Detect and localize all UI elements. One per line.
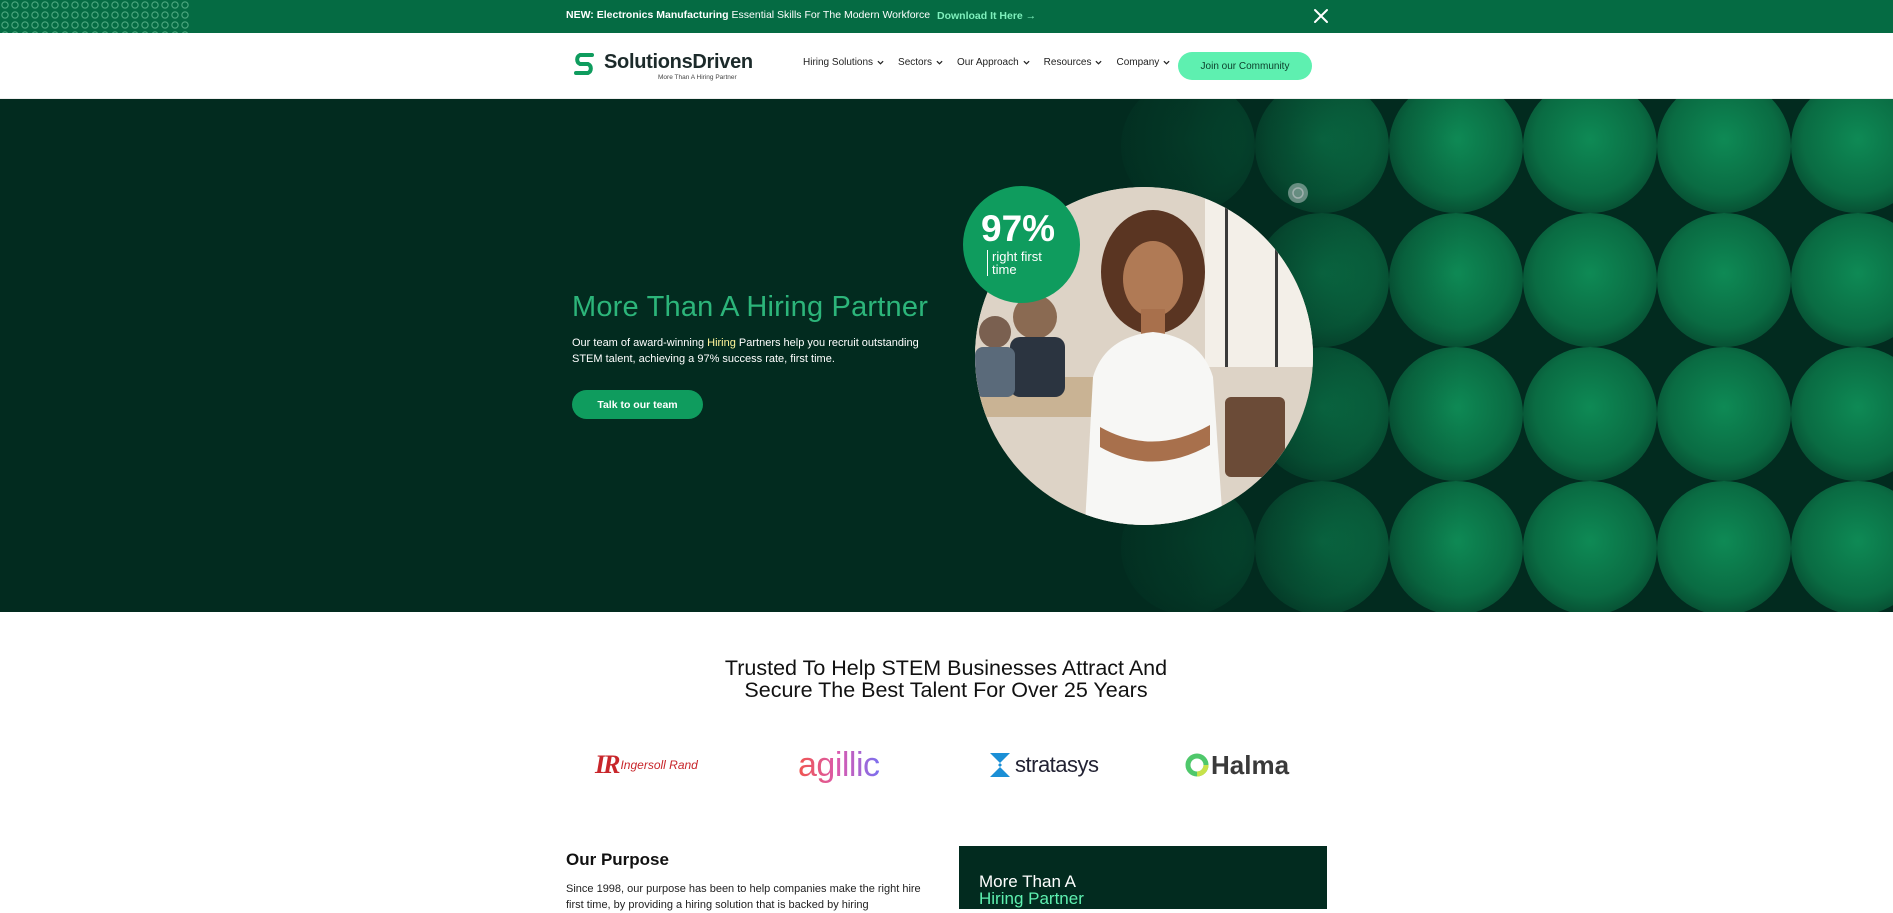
agillic-word: agillic [798,745,880,784]
nav-menu: Hiring Solutions Sectors Our Approach Re… [803,57,1184,68]
nav-item-our-approach[interactable]: Our Approach [957,57,1030,68]
logo-ingersoll-rand: IR Ingersoll Rand [595,745,698,785]
decorative-bubble [1523,213,1657,347]
stat-badge: 97% right first time [963,186,1080,303]
logo-agillic: agillic [798,745,880,785]
halma-word: Halma [1211,749,1290,780]
nav-item-label: Resources [1043,57,1092,68]
decorative-bubble [1791,347,1893,481]
promo-card-line-2: Hiring Partner [979,889,1084,908]
ingersoll-mark: IR [595,750,621,779]
chevron-down-icon [1095,60,1103,65]
ingersoll-word: Ingersoll Rand [620,758,698,772]
decorative-bubble [1657,481,1791,612]
logo-stratasys: stratasys [988,745,1099,785]
decorative-bubble [1657,347,1791,481]
logo-tagline: More Than A Hiring Partner [658,74,737,81]
logo-halma: Halma [1185,745,1289,785]
chevron-down-icon [877,60,884,65]
decorative-bubble [1523,99,1657,213]
hero-title: More Than A Hiring Partner [572,291,929,323]
hero-text-highlight: Hiring [707,337,736,349]
purpose-heading: Our Purpose [566,850,669,869]
talk-to-team-button[interactable]: Talk to our team [572,390,703,419]
nav-item-label: Our Approach [956,57,1019,68]
main-nav: SolutionsDriven More Than A Hiring Partn… [0,33,1893,99]
nav-item-sectors[interactable]: Sectors [898,57,943,68]
trusted-heading: Trusted To Help STEM Businesses Attract … [600,657,1292,701]
stat-value: 97% [981,208,1056,249]
decorative-bubble [1523,347,1657,481]
client-logos: IR Ingersoll Rand agillic stratasys Halm… [590,745,1310,785]
join-community-button[interactable]: Join our Community [1178,52,1312,80]
nav-item-label: Company [1116,57,1160,68]
decorative-bubble [1791,213,1893,347]
announcement-bar: NEW: Electronics Manufacturing Essential… [0,0,1893,33]
announcement-prefix: NEW: [566,9,594,21]
purpose-text: Since 1998, our purpose has been to help… [566,883,921,911]
halma-icon [1185,753,1209,777]
decorative-bubble [1657,99,1791,213]
decorative-bubble [1791,99,1893,213]
decorative-bubble [1791,481,1893,612]
stratasys-word: stratasys [1015,752,1099,777]
logo-wordmark: SolutionsDriven [604,51,753,73]
chevron-down-icon [1163,60,1170,65]
dot-pattern [0,0,190,33]
hero-section: More Than A Hiring Partner Our team of a… [0,99,1893,612]
nav-item-label: Hiring Solutions [803,57,874,68]
download-link[interactable]: Download It Here → [937,10,1036,22]
chevron-down-icon [936,60,943,65]
hero-description: Our team of award-winning Hiring Partner… [572,335,952,367]
promo-card: More Than A Hiring Partner [959,846,1327,909]
nav-item-hiring-solutions[interactable]: Hiring Solutions [803,57,884,68]
pause-icon[interactable] [1288,183,1308,203]
trusted-line-1: Trusted To Help STEM Businesses Attract … [724,656,1168,680]
announcement-text: Essential Skills For The Modern Workforc… [731,9,931,21]
announcement-highlight: Electronics Manufacturing [596,9,729,21]
site-logo[interactable]: SolutionsDriven More Than A Hiring Partn… [572,49,753,83]
announcement-message: NEW: Electronics Manufacturing Essential… [566,9,930,21]
chevron-down-icon [1023,60,1030,65]
logo-mark-icon [574,53,594,75]
trusted-line-2: Secure The Best Talent For Over 25 Years [744,678,1148,702]
close-icon[interactable] [1310,5,1332,27]
decorative-bubble [1523,481,1657,612]
nav-item-label: Sectors [898,57,932,68]
nav-item-resources[interactable]: Resources [1044,57,1103,68]
stratasys-icon [990,753,1010,777]
decorative-bubble [1657,213,1791,347]
stat-label: right first time [987,250,1067,276]
nav-item-company[interactable]: Company [1116,57,1170,68]
hero-text-part: Our team of award-winning [572,337,708,349]
